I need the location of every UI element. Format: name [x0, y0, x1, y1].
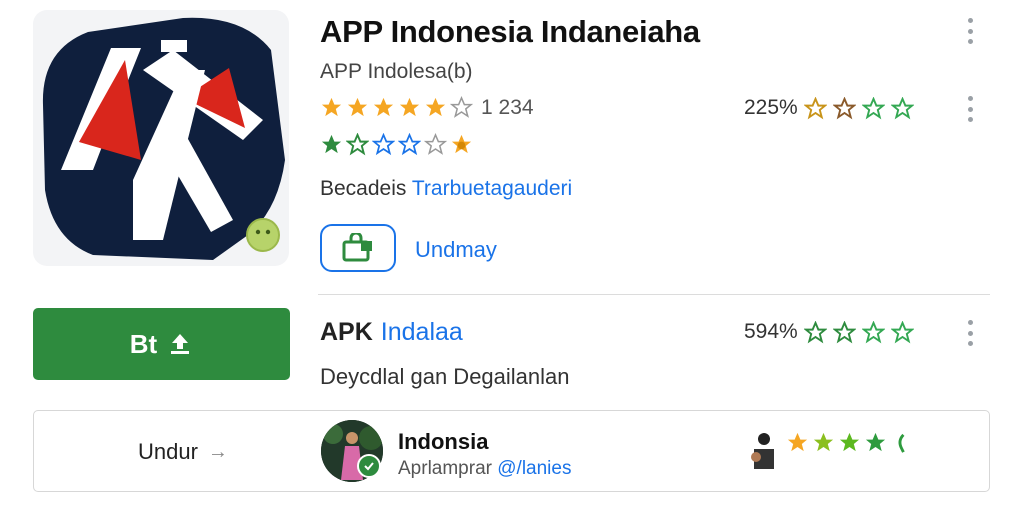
more-menu-icon[interactable] — [965, 96, 975, 122]
award-icon — [451, 134, 472, 154]
developer-link[interactable]: Trarbuetagauderi — [412, 177, 572, 200]
star-icon — [399, 97, 420, 117]
listing-title-main: APK — [320, 318, 373, 346]
card-subtitle: Aprlamprar @/lanies — [398, 458, 571, 480]
card-subtitle-link[interactable]: @/lanies — [497, 458, 571, 479]
app-logo — [42, 17, 285, 261]
star-icon — [839, 432, 860, 452]
star-icon — [346, 133, 369, 156]
star-outline-icon — [890, 96, 914, 119]
card-rating-stars — [786, 431, 913, 454]
developer-line: Becadeis Trarbuetagauderi — [320, 177, 572, 201]
star-outline-icon — [450, 96, 473, 118]
rating-percent-row: 225% — [744, 96, 914, 120]
reviewer-avatar-icon — [751, 433, 774, 469]
primary-button-label: Bt — [129, 328, 158, 359]
listing-title: APK Indalaa — [320, 318, 463, 347]
star-partial-icon — [898, 433, 905, 453]
star-outline-icon — [803, 320, 827, 343]
star-outline-icon — [398, 133, 421, 156]
star-icon — [787, 432, 808, 452]
star-outline-icon — [803, 96, 827, 119]
app-icon — [33, 10, 289, 266]
rating-stars-secondary — [320, 133, 473, 156]
star-icon — [321, 97, 342, 117]
star-outline-icon — [861, 320, 885, 343]
install-label[interactable]: Undmay — [415, 237, 497, 263]
more-menu-icon[interactable] — [965, 320, 975, 346]
app-title: APP Indonesia Indaneiaha — [320, 14, 700, 49]
app-subtitle: APP Indolesa(b) — [320, 60, 473, 83]
upload-icon — [171, 334, 190, 354]
rating-percent: 225% — [744, 96, 798, 119]
listing-rating-row: 594% — [744, 320, 914, 344]
card-subtitle-text: Aprlamprar — [398, 458, 492, 479]
download-link[interactable]: Undur → — [138, 439, 228, 465]
star-outline-icon — [424, 133, 447, 155]
star-icon — [813, 432, 834, 452]
listing-title-link[interactable]: Indalaa — [381, 318, 463, 346]
rating-stars — [320, 96, 473, 119]
download-label: Undur — [138, 439, 198, 464]
listing-rating-percent: 594% — [744, 320, 798, 343]
install-chip-button[interactable] — [320, 224, 396, 272]
rating-count: 1 234 — [481, 96, 534, 119]
star-outline-icon — [832, 96, 856, 119]
star-icon — [347, 97, 368, 117]
store-bag-icon — [342, 233, 372, 262]
star-icon — [425, 97, 446, 117]
card-title: Indonsia — [398, 429, 489, 454]
star-icon — [865, 432, 886, 452]
star-outline-icon — [861, 96, 885, 119]
verified-check-icon — [357, 454, 381, 478]
developer-label: Becadeis — [320, 177, 407, 200]
star-icon — [321, 134, 342, 154]
more-menu-icon[interactable] — [965, 18, 975, 44]
star-outline-icon — [832, 320, 856, 343]
primary-install-button[interactable]: Bt — [33, 308, 290, 380]
star-outline-icon — [372, 133, 395, 156]
divider — [318, 294, 990, 295]
star-outline-icon — [890, 320, 914, 343]
bottom-card: Undur → Indonsia Aprlamprar @/lanies — [33, 410, 990, 492]
listing-subtitle: Deycdlal gan Degailanlan — [320, 364, 570, 389]
arrow-right-icon: → — [207, 440, 228, 463]
star-icon — [373, 97, 394, 117]
